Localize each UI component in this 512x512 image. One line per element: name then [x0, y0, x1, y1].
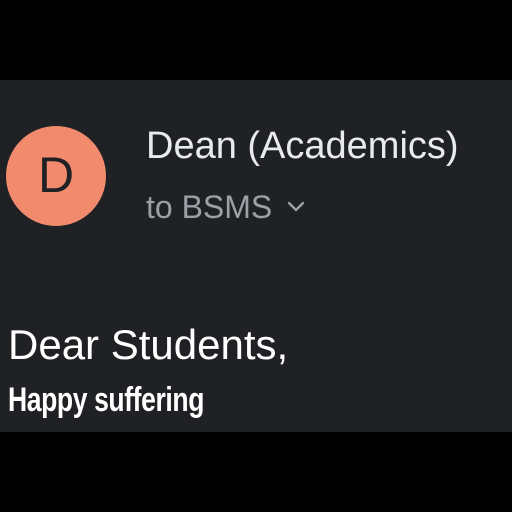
recipient-details-toggle[interactable]: to BSMS — [146, 188, 306, 226]
sender-avatar[interactable]: D — [6, 126, 106, 226]
avatar-letter: D — [37, 147, 75, 203]
sender-name[interactable]: Dean (Academics) — [146, 124, 459, 170]
chevron-down-icon — [288, 201, 305, 212]
email-body-greeting: Dear Students, — [8, 321, 289, 368]
recipient-label: to BSMS — [146, 189, 273, 225]
screenshot-frame: D Dean (Academics) to BSMS Dear Students… — [0, 0, 512, 512]
meme-caption: Happy suffering — [8, 381, 205, 419]
email-header-panel: D Dean (Academics) to BSMS Dear Students… — [0, 80, 512, 432]
